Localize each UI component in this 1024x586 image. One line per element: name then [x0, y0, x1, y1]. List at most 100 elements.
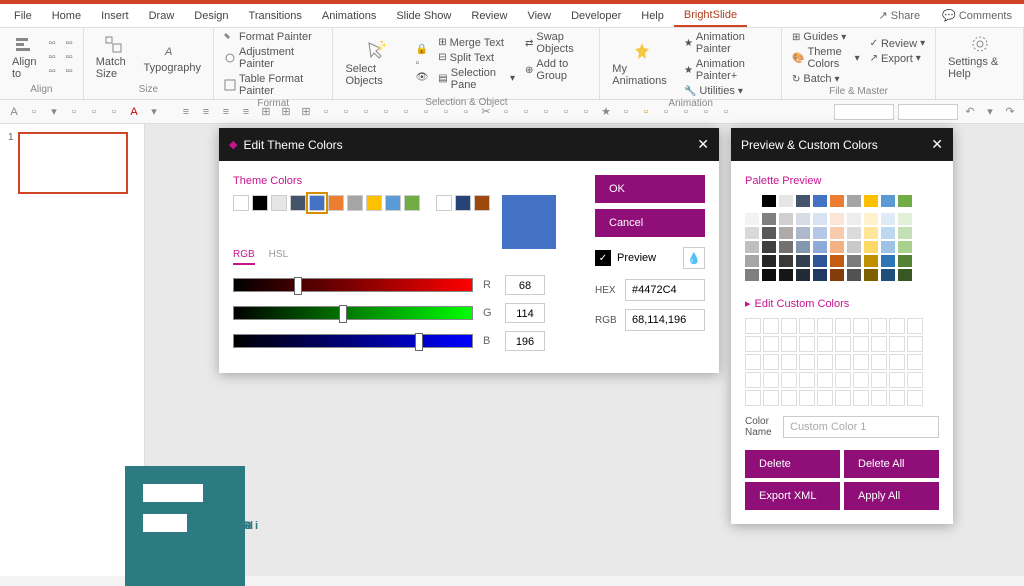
palette-cell[interactable] [745, 269, 759, 281]
palette-cell[interactable] [745, 241, 759, 253]
custom-color-cell[interactable] [745, 354, 761, 370]
theme-swatch[interactable] [252, 195, 268, 211]
palette-cell[interactable] [745, 227, 759, 239]
utilities-button[interactable]: 🔧 Utilities ▾ [682, 84, 773, 98]
match-size-button[interactable]: Match Size [92, 32, 134, 82]
export-xml-button[interactable]: Export XML [745, 482, 840, 510]
export-button[interactable]: ↗ Export ▾ [868, 52, 928, 66]
close-button[interactable]: ✕ [931, 136, 943, 153]
palette-cell[interactable] [881, 269, 895, 281]
palette-cell[interactable] [779, 269, 793, 281]
palette-cell[interactable] [864, 255, 878, 267]
custom-color-cell[interactable] [817, 390, 833, 406]
palette-cell[interactable] [796, 195, 810, 207]
custom-color-cell[interactable] [889, 318, 905, 334]
palette-cell[interactable] [881, 255, 895, 267]
batch-button[interactable]: ↻ Batch ▾ [790, 72, 862, 86]
undo-button[interactable]: ↶ [962, 104, 978, 120]
custom-color-cell[interactable] [853, 354, 869, 370]
selection-pane-button[interactable]: ▤ Selection Pane ▾ [436, 66, 517, 92]
palette-cell[interactable] [847, 269, 861, 281]
apply-all-button[interactable]: Apply All [844, 482, 939, 510]
eyedropper-button[interactable]: 💧 [683, 247, 705, 269]
typography-button[interactable]: ATypography [140, 38, 205, 76]
custom-color-cell[interactable] [745, 372, 761, 388]
cancel-button[interactable]: Cancel [595, 209, 705, 237]
lock-button[interactable]: 🔒 [414, 43, 431, 56]
custom-color-cell[interactable] [907, 318, 923, 334]
palette-cell[interactable] [830, 195, 844, 207]
custom-color-cell[interactable] [799, 336, 815, 352]
palette-cell[interactable] [864, 227, 878, 239]
custom-color-cell[interactable] [817, 372, 833, 388]
theme-swatch[interactable] [366, 195, 382, 211]
palette-cell[interactable] [813, 255, 827, 267]
custom-color-cell[interactable] [799, 354, 815, 370]
custom-color-cell[interactable] [763, 318, 779, 334]
custom-color-cell[interactable] [781, 372, 797, 388]
palette-cell[interactable] [813, 227, 827, 239]
custom-color-cell[interactable] [907, 372, 923, 388]
align-opt[interactable]: ▫▫ [47, 37, 58, 50]
comments-button[interactable]: 💬 Comments [934, 6, 1020, 25]
align-opt[interactable]: ▫▫ [64, 65, 75, 78]
custom-color-cell[interactable] [799, 390, 815, 406]
palette-cell[interactable] [881, 195, 895, 207]
ok-button[interactable]: OK [595, 175, 705, 203]
custom-color-cell[interactable] [871, 336, 887, 352]
tab-slideshow[interactable]: Slide Show [386, 6, 461, 26]
palette-cell[interactable] [830, 269, 844, 281]
slide-thumb-1[interactable]: 1 [18, 132, 136, 194]
palette-cell[interactable] [847, 213, 861, 225]
palette-cell[interactable] [898, 255, 912, 267]
table-format-painter-button[interactable]: Table Format Painter [222, 72, 324, 98]
palette-cell[interactable] [796, 227, 810, 239]
palette-cell[interactable] [762, 241, 776, 253]
palette-cell[interactable] [762, 195, 776, 207]
b-value[interactable]: 196 [505, 331, 545, 351]
tab-file[interactable]: File [4, 6, 42, 26]
preview-checkbox[interactable]: ✓ [595, 250, 611, 266]
palette-cell[interactable] [796, 213, 810, 225]
custom-color-cell[interactable] [835, 318, 851, 334]
color-name-input[interactable] [783, 416, 939, 438]
palette-cell[interactable] [779, 213, 793, 225]
r-value[interactable]: 68 [505, 275, 545, 295]
custom-color-cell[interactable] [745, 390, 761, 406]
custom-color-cell[interactable] [745, 318, 761, 334]
palette-cell[interactable] [881, 241, 895, 253]
tab-animations[interactable]: Animations [312, 6, 386, 26]
theme-swatch[interactable] [347, 195, 363, 211]
custom-color-cell[interactable] [835, 372, 851, 388]
custom-color-cell[interactable] [835, 390, 851, 406]
split-text-button[interactable]: ⊟ Split Text [436, 51, 517, 65]
custom-color-cell[interactable] [853, 372, 869, 388]
theme-swatch[interactable] [455, 195, 471, 211]
tab-developer[interactable]: Developer [561, 6, 631, 26]
rgb-input[interactable] [625, 309, 705, 331]
palette-cell[interactable] [847, 195, 861, 207]
palette-cell[interactable] [813, 241, 827, 253]
palette-cell[interactable] [898, 213, 912, 225]
palette-cell[interactable] [881, 213, 895, 225]
palette-cell[interactable] [830, 255, 844, 267]
custom-color-cell[interactable] [745, 336, 761, 352]
palette-cell[interactable] [762, 255, 776, 267]
custom-color-cell[interactable] [763, 336, 779, 352]
swap-objects-button[interactable]: ⇄ Swap Objects [523, 30, 591, 56]
review-button[interactable]: ✓ Review ▾ [868, 37, 928, 51]
align-opt[interactable]: ▫▫ [47, 51, 58, 64]
palette-cell[interactable] [847, 255, 861, 267]
palette-cell[interactable] [898, 195, 912, 207]
custom-color-cell[interactable] [817, 318, 833, 334]
format-painter-button[interactable]: Format Painter [222, 30, 324, 44]
palette-cell[interactable] [779, 255, 793, 267]
palette-cell[interactable] [779, 241, 793, 253]
palette-cell[interactable] [762, 213, 776, 225]
hex-input[interactable] [625, 279, 705, 301]
palette-cell[interactable] [779, 195, 793, 207]
settings-help-button[interactable]: Settings & Help [944, 32, 1015, 82]
palette-cell[interactable] [796, 241, 810, 253]
custom-color-cell[interactable] [763, 354, 779, 370]
qat-item[interactable]: A [6, 104, 22, 120]
